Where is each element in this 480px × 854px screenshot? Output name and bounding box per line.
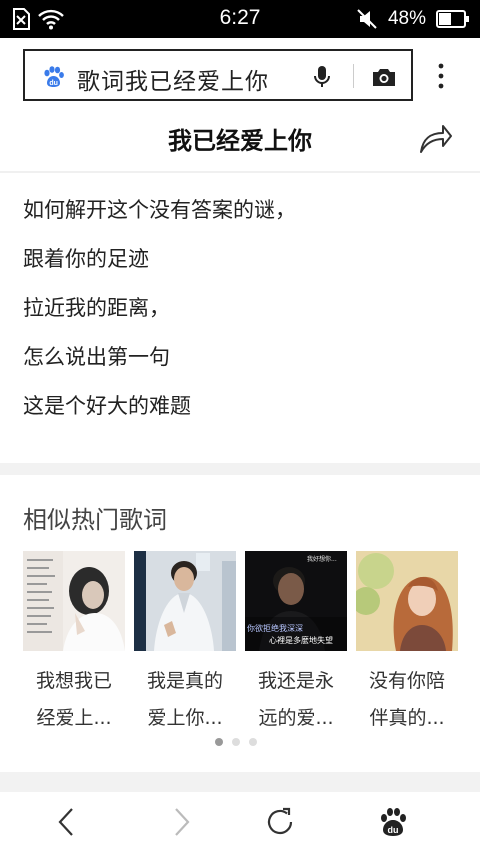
search-box[interactable]: du 歌词我已经爱上你 [23,49,413,101]
battery-icon [436,10,469,28]
mute-icon [357,9,377,29]
baidu-paw-icon: du [44,66,64,87]
share-icon[interactable] [419,122,453,154]
section-separator [0,463,480,475]
similar-card-caption: 我想我已 经爱上... [23,663,125,737]
search-divider [353,64,354,88]
carousel-pagination [215,738,257,746]
caption-line: 经爱上... [36,707,112,729]
similar-card-caption: 没有你陪 伴真的... [356,663,458,737]
similar-card-caption: 我还是永 远的爱... [245,663,347,737]
header-divider [0,171,480,173]
similar-card[interactable]: 我想我已 经爱上... [23,551,125,737]
video-top-text: 我好想你... [307,555,337,563]
status-right: 48% [356,8,470,30]
refresh-icon[interactable] [265,806,295,838]
caption-line: 伴真的... [369,707,445,729]
caption-line: 远的爱... [258,707,334,729]
caption-line: 我想我已 [35,670,112,692]
section-separator [0,772,480,792]
lyric-line: 怎么说出第一句 [23,345,170,369]
svg-text:du: du [388,825,399,835]
similar-card-caption: 我是真的 爱上你... [134,663,236,737]
lyric-line: 这是个好大的难题 [23,394,191,418]
bottom-nav: du [0,792,480,854]
album-cover-image [352,551,458,651]
video-subtitle-a: 你欲拒绝我深深 [247,623,303,633]
lyric-line: 跟着你的足迹 [23,247,149,271]
pagination-dot-active[interactable] [215,738,223,746]
camera-icon[interactable] [371,67,397,87]
more-icon[interactable] [436,61,446,91]
caption-line: 我是真的 [146,670,223,692]
similar-card[interactable]: 没有你陪 伴真的... [352,551,458,737]
microphone-icon[interactable] [313,65,331,89]
similar-cards: 我想我已 经爱上... 我是真的 爱上你... 你欲拒绝我深深 心裡是多麼地失望… [23,551,458,737]
page-title: 我已经爱上你 [168,127,312,155]
album-cover-image [134,551,236,651]
back-icon[interactable] [54,806,78,838]
pagination-dot[interactable] [249,738,257,746]
similar-section-title: 相似热门歌词 [23,506,167,534]
baidu-home-icon[interactable]: du [378,806,408,838]
similar-card[interactable]: 我是真的 爱上你... [134,551,236,737]
similar-card[interactable]: 你欲拒绝我深深 心裡是多麼地失望 我好想你... 我还是永 远的爱... [245,551,347,737]
pagination-dot[interactable] [232,738,240,746]
lyrics-block: 如何解开这个没有答案的谜， 跟着你的足迹 拉近我的距离， 怎么说出第一句 这是个… [23,193,296,438]
status-bar: 6:27 48% [0,0,480,38]
search-query[interactable]: 歌词我已经爱上你 [77,62,269,96]
forward-icon[interactable] [170,806,194,838]
lyric-line: 如何解开这个没有答案的谜， [23,198,296,222]
svg-text:du: du [49,80,58,87]
video-subtitle-b: 心裡是多麼地失望 [269,635,333,645]
music-video-image: 你欲拒绝我深深 心裡是多麼地失望 我好想你... [245,551,347,651]
caption-line: 爱上你... [147,707,223,729]
album-cover-image [23,551,125,651]
lyric-line: 拉近我的距离， [23,296,170,320]
caption-line: 没有你陪 [368,670,445,692]
caption-line: 我还是永 [257,670,334,692]
battery-percent: 48% [387,8,426,29]
